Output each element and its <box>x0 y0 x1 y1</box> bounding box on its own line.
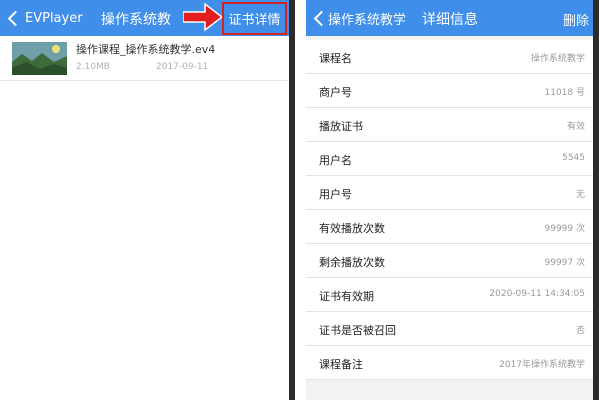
right-screen: 操作系统教学 详细信息 删除 课程名 操作系统教学 商户号 11018 号 播放… <box>306 0 599 400</box>
right-edge <box>593 0 599 400</box>
detail-row-merchant-id: 商户号 11018 号 <box>306 74 599 108</box>
chevron-left-icon <box>313 10 330 26</box>
detail-label: 课程名 <box>319 52 352 65</box>
video-thumbnail <box>12 42 67 75</box>
detail-value: 99997 次 <box>544 258 586 268</box>
detail-label: 证书有效期 <box>319 290 374 303</box>
detail-row-playback-certificate: 播放证书 有效 <box>306 108 599 142</box>
page-title: 详细信息 <box>422 12 478 28</box>
detail-label: 证书是否被召回 <box>319 324 396 337</box>
certificate-details-label: 证书详情 <box>228 13 281 28</box>
back-label: EVPlayer <box>25 10 83 26</box>
detail-value: 2017年操作系统教学 <box>499 360 585 370</box>
detail-label: 商户号 <box>319 86 352 99</box>
detail-row-course-notes: 课程备注 2017年操作系统教学 <box>306 346 599 380</box>
detail-value: 99999 次 <box>544 224 586 234</box>
detail-label: 剩余播放次数 <box>319 256 385 269</box>
detail-row-course-name: 课程名 操作系统教学 <box>306 40 599 74</box>
detail-row-valid-plays: 有效播放次数 99999 次 <box>306 210 599 244</box>
red-arrow-icon <box>183 2 223 32</box>
detail-value: 2020-09-11 14:34:05 <box>489 289 585 299</box>
divider-strip <box>289 0 295 400</box>
chevron-left-icon <box>7 10 24 26</box>
back-label[interactable]: 操作系统教学 <box>328 9 406 28</box>
detail-value: 5545 <box>562 153 585 163</box>
detail-row-certificate-expiry: 证书有效期 2020-09-11 14:34:05 <box>306 278 599 312</box>
detail-label: 课程备注 <box>319 358 363 371</box>
left-screen: EVPlayer 操作系统教 证书详情 操作课程_操作系统教学.ev4 2.10… <box>0 0 289 400</box>
detail-label: 用户名 <box>319 154 352 167</box>
back-button[interactable]: EVPlayer <box>6 8 83 28</box>
detail-label: 播放证书 <box>319 120 363 133</box>
video-list-item[interactable]: 操作课程_操作系统教学.ev4 2.10MB 2017-09-11 <box>0 37 289 81</box>
detail-row-certificate-revoked: 证书是否被召回 否 <box>306 312 599 346</box>
delete-button[interactable]: 删除 <box>563 10 589 29</box>
detail-value: 操作系统教学 <box>530 54 585 64</box>
page-title: 操作系统教 <box>101 12 171 28</box>
detail-value: 11018 号 <box>544 88 586 98</box>
detail-value: 否 <box>575 326 585 336</box>
certificate-details-button[interactable]: 证书详情 <box>222 2 287 35</box>
detail-label: 有效播放次数 <box>319 222 385 235</box>
detail-row-remaining-plays: 剩余播放次数 99997 次 <box>306 244 599 278</box>
right-navbar: 操作系统教学 详细信息 删除 <box>306 0 599 36</box>
detail-label: 用户号 <box>319 188 352 201</box>
detail-list: 课程名 操作系统教学 商户号 11018 号 播放证书 有效 用户名 5545 … <box>306 36 599 400</box>
video-name: 操作课程_操作系统教学.ev4 <box>76 43 216 56</box>
detail-row-user-id: 用户号 无 <box>306 176 599 210</box>
video-date: 2017-09-11 <box>156 62 209 72</box>
detail-value: 无 <box>575 190 585 200</box>
detail-value: 有效 <box>566 122 585 132</box>
detail-row-username: 用户名 5545 <box>306 142 599 176</box>
video-size: 2.10MB <box>76 62 110 72</box>
